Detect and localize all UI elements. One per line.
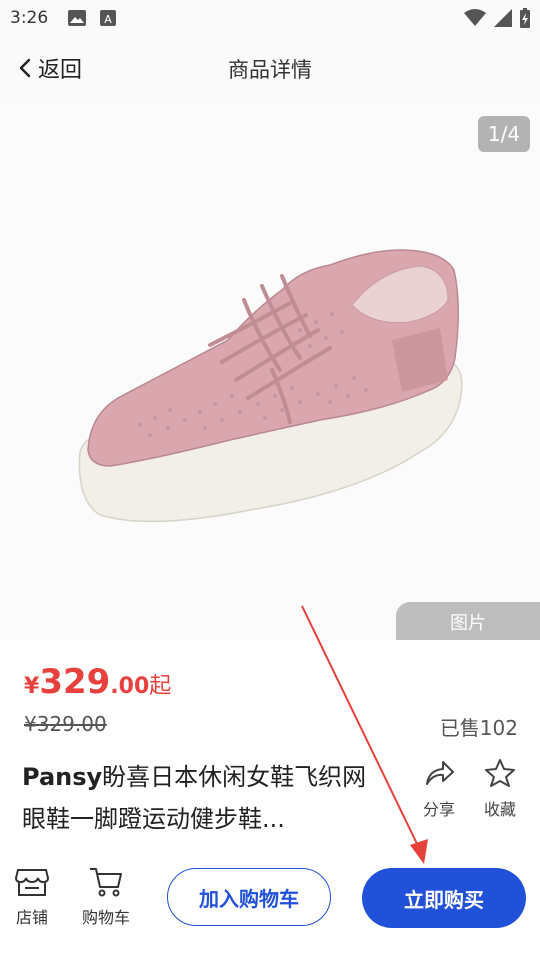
store-icon: [14, 869, 50, 896]
favorite-button[interactable]: 收藏: [475, 758, 525, 820]
product-brand: Pansy: [22, 763, 103, 791]
price-decimal: .00: [110, 674, 150, 699]
store-label: 店铺: [15, 908, 48, 927]
bottom-action-bar: 店铺 购物车 加入购物车 立即购买: [0, 850, 540, 960]
original-price: ¥329.00: [24, 712, 107, 736]
store-button[interactable]: 店铺: [14, 866, 50, 928]
signal-icon: [494, 9, 512, 27]
nav-bar: 返回 商品详情: [0, 36, 540, 100]
product-title: Pansy盼喜日本休闲女鞋飞织网眼鞋一脚蹬运动健步鞋...: [22, 756, 382, 840]
battery-icon: [520, 8, 530, 28]
image-tab[interactable]: 图片: [396, 602, 540, 640]
add-to-cart-button[interactable]: 加入购物车: [167, 868, 331, 926]
status-time: 3:26: [10, 8, 49, 28]
price-integer: 329: [39, 662, 111, 702]
share-label: 分享: [422, 800, 455, 819]
wifi-icon: [464, 9, 486, 26]
cart-icon: [90, 868, 122, 897]
status-bar: 3:26 A: [0, 0, 540, 36]
product-image-gallery[interactable]: 1/4 图片: [0, 100, 540, 640]
sold-count: 已售102: [439, 716, 518, 740]
cart-label: 购物车: [82, 908, 131, 927]
text-notification-icon: A: [100, 10, 116, 26]
buy-now-button[interactable]: 立即购买: [362, 868, 526, 928]
share-icon: [426, 761, 454, 785]
page-title: 商品详情: [228, 58, 312, 82]
cart-button[interactable]: 购物车: [82, 866, 130, 928]
image-counter: 1/4: [478, 116, 530, 152]
price-currency: ¥: [24, 674, 40, 699]
share-button[interactable]: 分享: [414, 758, 464, 820]
svg-text:A: A: [104, 13, 112, 26]
price-suffix: 起: [149, 674, 172, 699]
price: ¥329.00起: [24, 662, 171, 702]
gallery-notification-icon: [68, 10, 86, 26]
favorite-label: 收藏: [483, 800, 516, 819]
product-image: [78, 249, 463, 523]
star-icon: [485, 759, 515, 787]
